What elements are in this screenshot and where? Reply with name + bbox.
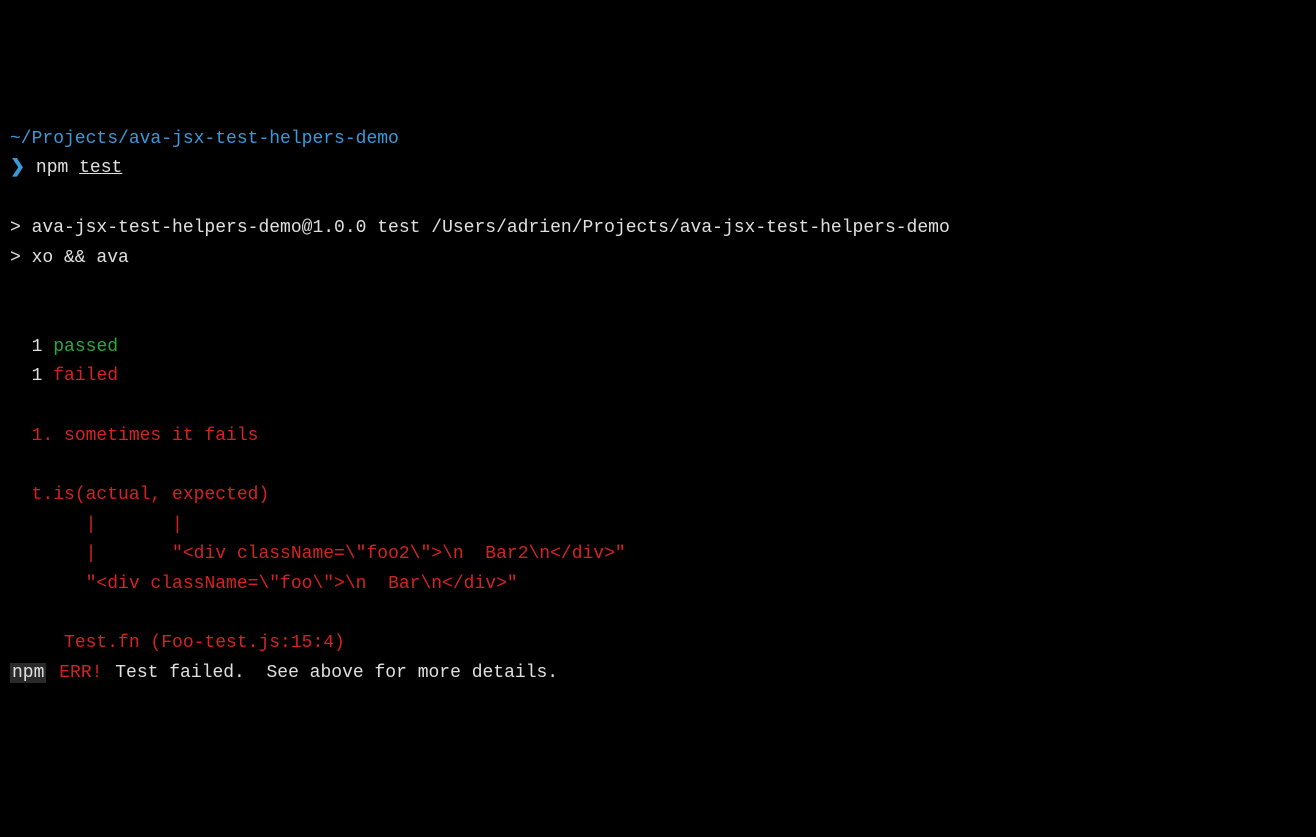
script-header-line1: > ava-jsx-test-helpers-demo@1.0.0 test /… <box>10 218 950 238</box>
failure-pointer-1: | | <box>32 515 183 535</box>
script-header-line2: > xo && ava <box>10 248 129 268</box>
failure-title: 1. sometimes it fails <box>32 426 259 446</box>
command-name: npm <box>36 158 68 178</box>
prompt-caret: ❯ <box>10 158 25 178</box>
npm-error-message: Test failed. See above for more details. <box>104 663 558 683</box>
failed-label: failed <box>53 366 118 386</box>
passed-count: 1 <box>32 337 43 357</box>
failure-assertion: t.is(actual, expected) <box>32 485 270 505</box>
command-arg: test <box>79 158 122 178</box>
failure-pointer-3: "<div className=\"foo\">\n Bar\n</div>" <box>32 574 518 594</box>
failure-location: Test.fn (Foo-test.js:15:4) <box>64 633 345 653</box>
err-label: ERR! <box>57 663 104 683</box>
failure-pointer-2: | "<div className=\"foo2\">\n Bar2\n</di… <box>32 544 626 564</box>
failed-count: 1 <box>32 366 43 386</box>
passed-label: passed <box>53 337 118 357</box>
terminal-output: ~/Projects/ava-jsx-test-helpers-demo ❯ n… <box>10 125 1306 689</box>
cwd-path: ~/Projects/ava-jsx-test-helpers-demo <box>10 129 399 149</box>
npm-label: npm <box>10 663 46 683</box>
